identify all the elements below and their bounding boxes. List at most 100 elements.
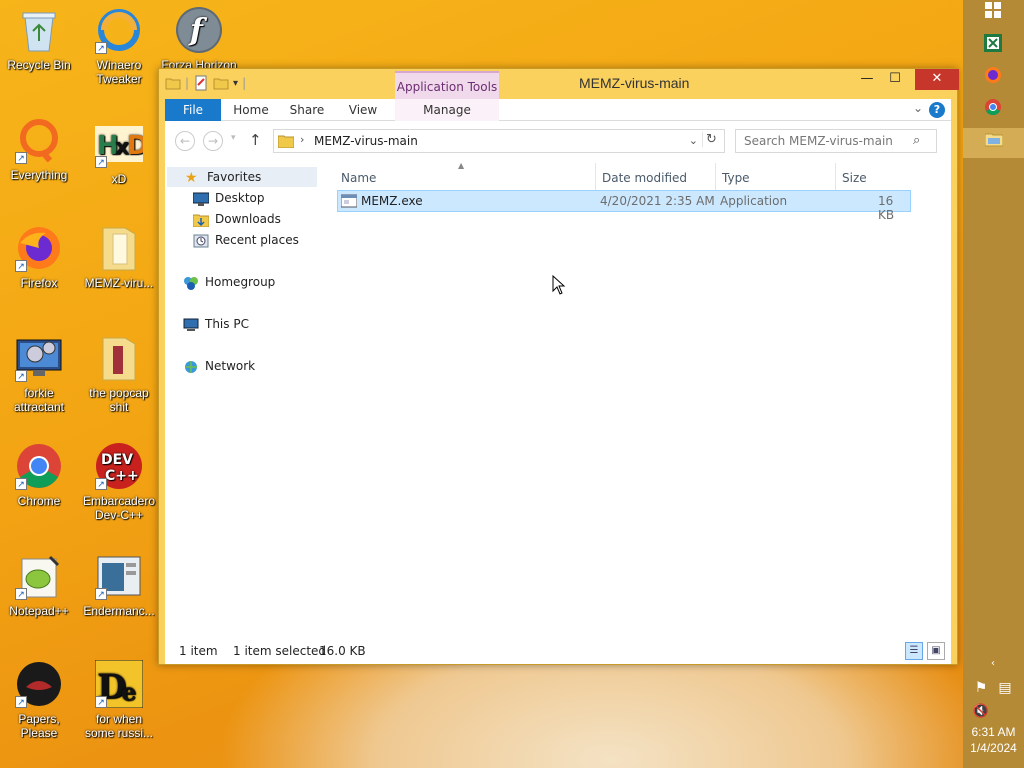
shortcut-arrow-icon: ↗ — [95, 588, 107, 600]
mouse-cursor-icon — [552, 275, 566, 295]
desktop-icon-xd[interactable]: HxD ↗ xD — [80, 120, 158, 186]
maximize-button[interactable]: ☐ — [881, 69, 909, 90]
back-button[interactable]: ← — [175, 131, 195, 151]
notepadpp-icon: ↗ — [15, 552, 63, 600]
desktop-icon-forza[interactable]: f Forza Horizon — [160, 6, 238, 72]
desktop-icon-endermanch[interactable]: ↗ Endermanc... — [80, 552, 158, 618]
desktop-icon-label: Papers, Please — [18, 712, 60, 740]
properties-icon[interactable] — [193, 75, 209, 91]
up-button[interactable]: ↑ — [249, 131, 262, 149]
desktop-icon-label: Endermanc... — [83, 604, 155, 618]
column-divider[interactable] — [715, 163, 716, 191]
shortcut-arrow-icon: ↗ — [95, 42, 107, 54]
details-view-button[interactable]: ☰ — [905, 642, 923, 660]
folder-icon — [95, 224, 143, 272]
everything-icon: ↗ — [15, 116, 63, 164]
title-bar[interactable]: | ▾ | Application Tools MEMZ-virus-main … — [159, 69, 959, 101]
volume-muted-icon[interactable]: 🔇 — [969, 700, 993, 724]
desktop-icon-notepadpp[interactable]: ↗ Notepad++ — [0, 552, 78, 618]
shortcut-arrow-icon: ↗ — [15, 260, 27, 272]
shortcut-arrow-icon: ↗ — [15, 370, 27, 382]
desktop-icon-label: Recycle Bin — [7, 58, 71, 72]
desktop-icon-winaero-tweaker[interactable]: ↗ Winaero Tweaker — [80, 6, 158, 86]
status-item-count: 1 item — [179, 644, 218, 658]
help-icon[interactable]: ? — [929, 102, 945, 118]
column-divider[interactable] — [595, 163, 596, 191]
breadcrumb-chevron-icon[interactable]: › — [300, 133, 304, 146]
action-center-flag-icon[interactable]: ⚑ — [969, 676, 993, 700]
address-dropdown-icon[interactable]: ⌄ — [689, 134, 698, 147]
desktop-icon-recycle-bin[interactable]: Recycle Bin — [0, 6, 78, 72]
folder-icon — [95, 334, 143, 382]
desktop-icon-papers-please[interactable]: ↗ Papers, Please — [0, 660, 78, 740]
tab-view[interactable]: View — [343, 99, 383, 121]
recycle-bin-icon — [15, 6, 63, 54]
status-selection-size: 16.0 KB — [319, 644, 366, 658]
table-row[interactable]: MEMZ.exe 4/20/2021 2:35 AM Application 1… — [337, 190, 911, 222]
navigation-pane: ★ Favorites Desktop Downloads Recent plac… — [165, 161, 325, 638]
customize-qat-icon[interactable]: ▾ — [233, 78, 238, 89]
desktop-icon-de[interactable]: De ↗ for when some russi... — [80, 660, 158, 740]
taskbar-file-explorer[interactable] — [963, 128, 1024, 158]
file-name: MEMZ.exe — [361, 194, 423, 208]
taskbar: ‹ ⚑ ▤ 🔇 6:31 AM 1/4/2024 — [963, 0, 1024, 768]
nav-item-network[interactable]: Network — [183, 356, 255, 376]
large-icons-view-button[interactable]: ▣ — [927, 642, 945, 660]
nav-item-desktop[interactable]: Desktop — [193, 188, 265, 208]
tab-file[interactable]: File — [165, 99, 221, 121]
nav-item-this-pc[interactable]: This PC — [183, 314, 249, 334]
svg-text:D: D — [127, 131, 143, 161]
file-size: 16 KB — [878, 194, 895, 222]
taskbar-clock[interactable]: 6:31 AM 1/4/2024 — [963, 724, 1024, 756]
column-header-name[interactable]: Name — [341, 171, 376, 185]
column-header-type[interactable]: Type — [722, 171, 750, 185]
shortcut-arrow-icon: ↗ — [95, 156, 107, 168]
file-date-modified: 4/20/2021 2:35 AM — [600, 194, 715, 208]
desktop-icon-everything[interactable]: ↗ Everything — [0, 116, 78, 182]
nav-item-downloads[interactable]: Downloads — [193, 209, 281, 229]
forward-button[interactable]: → — [203, 131, 223, 151]
desktop-icon-devcpp[interactable]: DEV C++ ↗ Embarcadero Dev-C++ — [80, 442, 158, 522]
taskbar-firefox[interactable] — [981, 66, 1005, 90]
search-icon[interactable]: ⌕ — [913, 133, 920, 148]
network-tray-icon[interactable]: ▤ — [993, 676, 1017, 700]
desktop-icon-memz-folder[interactable]: MEMZ-viru... — [80, 224, 158, 290]
winaero-tweaker-icon: ↗ — [95, 6, 143, 54]
tab-home[interactable]: Home — [229, 99, 273, 121]
de-icon: De ↗ — [95, 660, 143, 708]
star-icon: ★ — [185, 169, 198, 186]
new-folder-icon[interactable] — [213, 75, 229, 91]
nav-item-homegroup[interactable]: Homegroup — [183, 272, 275, 292]
nav-item-label: Downloads — [215, 212, 281, 226]
desktop-icon-firefox[interactable]: ↗ Firefox — [0, 224, 78, 290]
address-bar[interactable]: › MEMZ-virus-main ⌄ ↻ — [273, 129, 725, 153]
taskbar-chrome[interactable] — [981, 98, 1005, 122]
search-input[interactable]: Search MEMZ-virus-main — [735, 129, 937, 153]
application-tools-context-tab: Application Tools — [395, 71, 499, 101]
recent-locations-icon[interactable]: ▾ — [231, 133, 236, 143]
refresh-icon[interactable]: ↻ — [702, 132, 720, 147]
excel-icon — [984, 34, 1002, 52]
desktop-icon-label: Winaero Tweaker — [96, 58, 142, 86]
nav-item-label: Recent places — [215, 233, 299, 247]
taskbar-excel[interactable] — [981, 34, 1005, 58]
nav-item-recent-places[interactable]: Recent places — [193, 230, 299, 250]
svg-text:e: e — [121, 677, 136, 706]
show-hidden-icons-icon[interactable]: ‹ — [981, 652, 1005, 676]
desktop-icon-forkie[interactable]: ↗ forkie attractant — [0, 334, 78, 414]
breadcrumb[interactable]: MEMZ-virus-main — [314, 134, 418, 148]
desktop-icon-label: Chrome — [17, 494, 61, 508]
nav-item-favorites[interactable]: ★ Favorites — [167, 167, 317, 187]
close-button[interactable]: ✕ — [915, 69, 959, 90]
folder-icon[interactable] — [165, 75, 181, 91]
column-header-date-modified[interactable]: Date modified — [602, 171, 687, 185]
column-divider[interactable] — [835, 163, 836, 191]
tab-manage[interactable]: Manage — [395, 99, 499, 121]
desktop-icon-chrome[interactable]: ↗ Chrome — [0, 442, 78, 508]
start-button[interactable] — [981, 2, 1005, 26]
tab-share[interactable]: Share — [285, 99, 329, 121]
expand-ribbon-icon[interactable]: ⌄ — [913, 101, 923, 115]
desktop-icon-popcap[interactable]: the popcap shit — [80, 334, 158, 414]
minimize-button[interactable]: — — [853, 69, 881, 90]
column-header-size[interactable]: Size — [842, 171, 867, 185]
